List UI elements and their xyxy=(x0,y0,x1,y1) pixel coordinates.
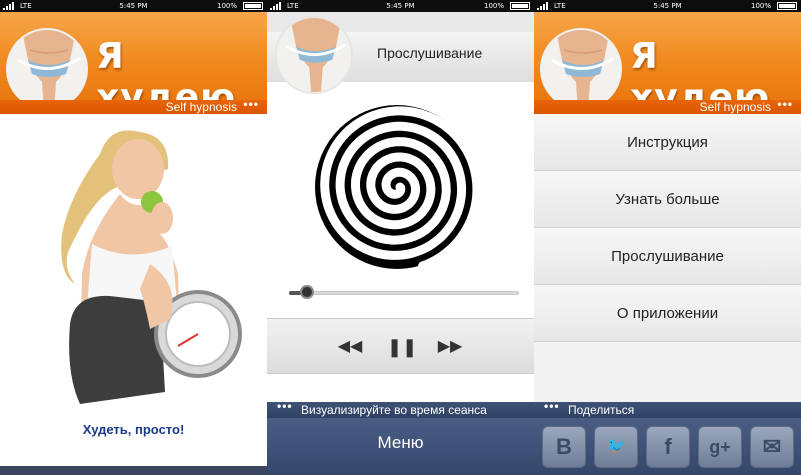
player-screen: LTE 5:45 PM 100% Прослушивание ◀◀ ❚❚ ▶▶ … xyxy=(267,0,534,475)
more-dots-icon[interactable]: ••• xyxy=(243,97,259,111)
subtitle-label: Self hypnosis xyxy=(699,100,771,114)
share-bar: ••• Поделиться xyxy=(534,399,801,418)
player-controls: ◀◀ ❚❚ ▶▶ xyxy=(267,318,534,374)
subtitle-bar: Self hypnosis ••• xyxy=(534,97,801,114)
hint-bar: ••• Визуализируйте во время сеанса xyxy=(267,399,534,418)
facebook-icon[interactable]: f xyxy=(646,426,690,468)
menu-item-listen[interactable]: Прослушивание xyxy=(534,228,801,285)
mail-icon[interactable]: ✉ xyxy=(750,426,794,468)
status-bar: LTE 5:45 PM 100% xyxy=(534,0,801,12)
menu-item-label: Прослушивание xyxy=(611,248,724,265)
vk-icon[interactable]: B xyxy=(542,426,586,468)
rewind-button[interactable]: ◀◀ xyxy=(337,337,363,357)
subtitle-bar: Self hypnosis ••• xyxy=(0,97,267,114)
hint-text: Визуализируйте во время сеанса xyxy=(301,403,487,417)
menu-item-label: Узнать больше xyxy=(615,191,720,208)
battery-percent: 100% xyxy=(750,2,771,10)
player-spacer xyxy=(267,374,534,402)
main-menu: Инструкция Узнать больше Прослушивание О… xyxy=(534,114,801,402)
app-logo xyxy=(540,28,622,110)
bottom-strip xyxy=(0,466,267,475)
status-bar: LTE 5:45 PM 100% xyxy=(0,0,267,12)
menu-button[interactable]: Меню xyxy=(267,418,534,475)
battery-percent: 100% xyxy=(216,2,237,10)
social-bar: B 🐦 f g+ ✉ xyxy=(534,418,801,475)
progress-knob[interactable] xyxy=(300,285,315,299)
twitter-icon[interactable]: 🐦 xyxy=(594,426,638,468)
subtitle-label: Self hypnosis xyxy=(165,100,237,114)
app-logo xyxy=(6,28,88,110)
share-label: Поделиться xyxy=(568,403,635,417)
more-dots-icon[interactable]: ••• xyxy=(277,399,293,413)
status-bar: LTE 5:45 PM 100% xyxy=(267,0,534,12)
more-dots-icon[interactable]: ••• xyxy=(777,97,793,111)
menu-item-label: Инструкция xyxy=(627,134,708,151)
player-title: Прослушивание xyxy=(377,45,483,61)
google-plus-icon[interactable]: g+ xyxy=(698,426,742,468)
forward-button[interactable]: ▶▶ xyxy=(437,337,463,357)
app-logo xyxy=(275,16,353,94)
battery-icon xyxy=(510,2,530,10)
hypno-spiral xyxy=(305,102,489,272)
menu-item-about[interactable]: О приложении xyxy=(534,285,801,342)
menu-item-instruction[interactable]: Инструкция xyxy=(534,114,801,171)
hero-image xyxy=(0,114,267,466)
battery-percent: 100% xyxy=(483,2,504,10)
pause-button[interactable]: ❚❚ xyxy=(387,337,417,357)
menu-item-learn-more[interactable]: Узнать больше xyxy=(534,171,801,228)
app-header: Я худею xyxy=(0,12,267,118)
app-header: Я худею xyxy=(534,12,801,118)
progress-track[interactable] xyxy=(289,291,519,295)
more-dots-icon[interactable]: ••• xyxy=(544,399,560,413)
menu-item-label: О приложении xyxy=(616,305,719,322)
splash-screen: LTE 5:45 PM 100% Я худею Self hypnosis •… xyxy=(0,0,267,475)
tagline: Худеть, просто! xyxy=(82,422,185,437)
menu-screen: LTE 5:45 PM 100% Я худею Self hypnosis •… xyxy=(534,0,801,475)
battery-icon xyxy=(777,2,797,10)
battery-icon xyxy=(243,2,263,10)
